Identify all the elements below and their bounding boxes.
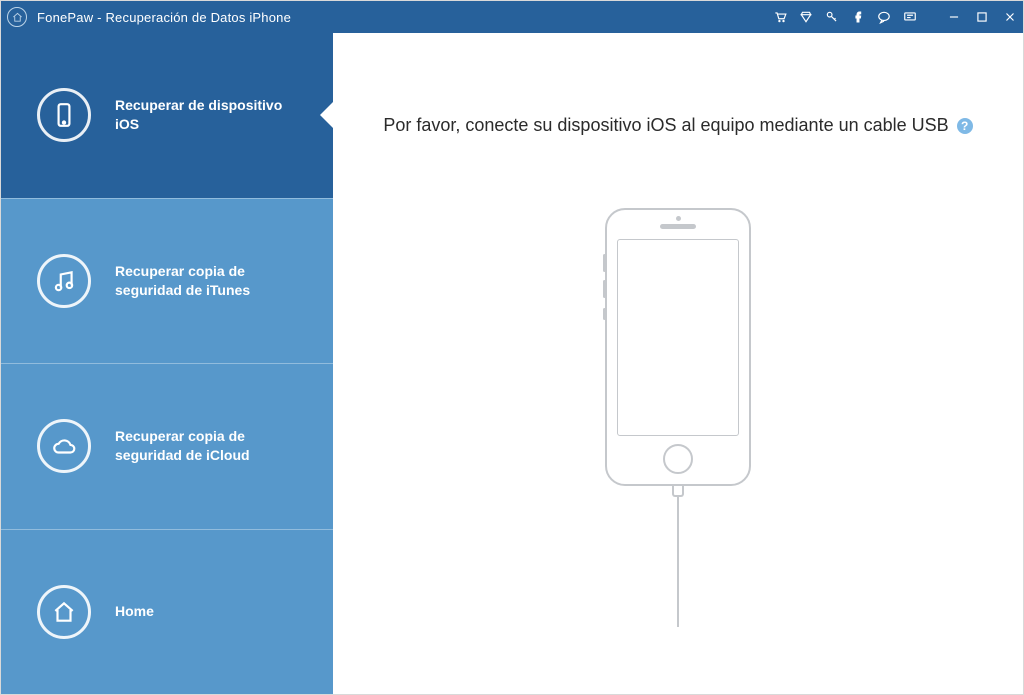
sidebar-item-label: Recuperar copia de seguridad de iCloud <box>115 427 285 465</box>
usb-cable <box>677 497 679 627</box>
main-panel: Por favor, conecte su dispositivo iOS al… <box>333 33 1023 694</box>
cart-icon[interactable] <box>773 10 787 24</box>
app-body: Recuperar de dispositivo iOS Recuperar c… <box>1 33 1023 694</box>
titlebar: FonePaw - Recuperación de Datos iPhone <box>1 1 1023 33</box>
maximize-button[interactable] <box>975 10 989 24</box>
minimize-button[interactable] <box>947 10 961 24</box>
sidebar-item-label: Recuperar de dispositivo iOS <box>115 96 285 134</box>
app-window: FonePaw - Recuperación de Datos iPhone <box>0 0 1024 695</box>
window-controls <box>947 10 1017 24</box>
instruction-text: Por favor, conecte su dispositivo iOS al… <box>383 115 948 136</box>
sidebar-item-recover-icloud[interactable]: Recuperar copia de seguridad de iCloud <box>1 363 333 529</box>
sidebar-item-label: Recuperar copia de seguridad de iTunes <box>115 262 285 300</box>
phone-icon <box>37 88 91 142</box>
sidebar-item-recover-device[interactable]: Recuperar de dispositivo iOS <box>1 33 333 198</box>
diamond-icon[interactable] <box>799 10 813 24</box>
sidebar-item-label: Home <box>115 602 154 621</box>
sidebar-item-recover-itunes[interactable]: Recuperar copia de seguridad de iTunes <box>1 198 333 364</box>
phone-illustration <box>605 208 751 627</box>
titlebar-toolbar <box>773 10 1017 24</box>
feedback-icon[interactable] <box>903 10 917 24</box>
home-icon <box>37 585 91 639</box>
help-icon[interactable]: ? <box>957 118 973 134</box>
close-button[interactable] <box>1003 10 1017 24</box>
usb-connector <box>672 485 684 497</box>
phone-outline <box>605 208 751 486</box>
sidebar-item-home[interactable]: Home <box>1 529 333 695</box>
connect-instruction: Por favor, conecte su dispositivo iOS al… <box>383 115 972 136</box>
facebook-icon[interactable] <box>851 10 865 24</box>
cloud-icon <box>37 419 91 473</box>
home-icon <box>12 12 23 23</box>
music-note-icon <box>37 254 91 308</box>
sidebar: Recuperar de dispositivo iOS Recuperar c… <box>1 33 333 694</box>
key-icon[interactable] <box>825 10 839 24</box>
app-title: FonePaw - Recuperación de Datos iPhone <box>37 10 291 25</box>
chat-icon[interactable] <box>877 10 891 24</box>
titlebar-home-button[interactable] <box>7 7 27 27</box>
